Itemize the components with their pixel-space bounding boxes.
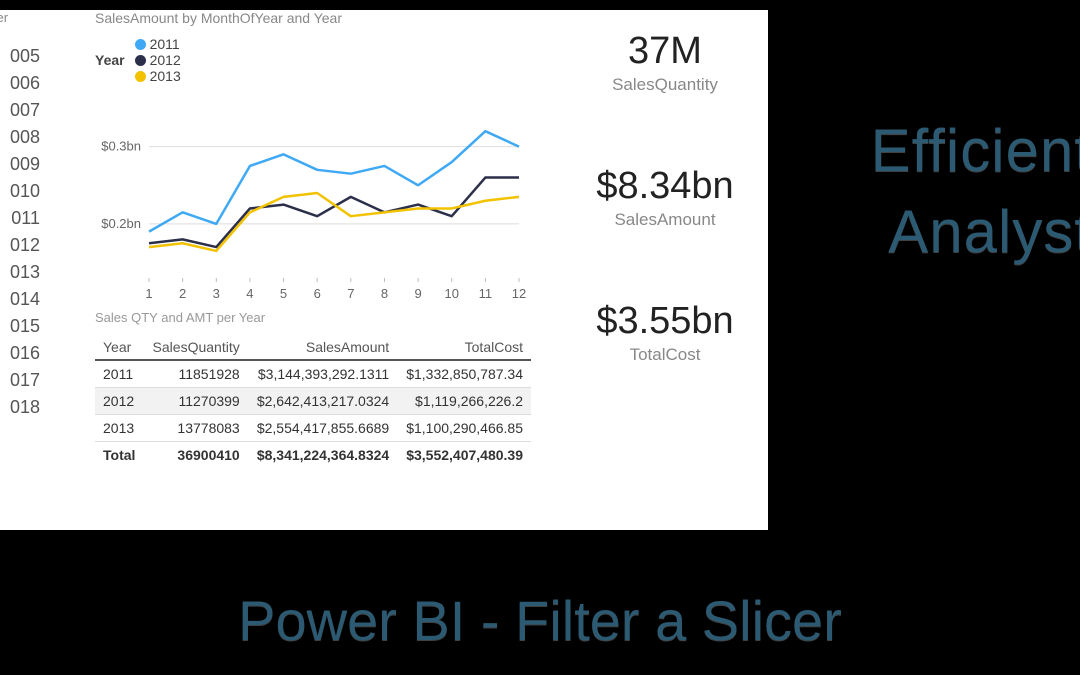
slicer-item[interactable]: 014 <box>0 286 40 313</box>
legend-label: Year <box>95 52 125 68</box>
svg-text:10: 10 <box>444 286 458 301</box>
slicer-item[interactable]: 018 <box>0 394 40 421</box>
slicer-item[interactable]: 005 <box>0 43 40 70</box>
table-cell: $2,554,417,855.6689 <box>248 415 397 442</box>
svg-text:4: 4 <box>246 286 253 301</box>
slicer-title: cer <box>0 10 40 25</box>
legend-item-label: 2013 <box>150 68 181 84</box>
kpi-label: TotalCost <box>570 345 760 365</box>
legend-dot-icon <box>135 55 146 66</box>
chart-title: SalesAmount by MonthOfYear and Year <box>95 10 535 26</box>
slicer-item[interactable]: 015 <box>0 313 40 340</box>
svg-text:7: 7 <box>347 286 354 301</box>
svg-text:$0.3bn: $0.3bn <box>101 139 141 154</box>
table-header[interactable]: SalesAmount <box>248 335 397 360</box>
svg-text:3: 3 <box>213 286 220 301</box>
kpi-card[interactable]: $3.55bnTotalCost <box>570 300 760 365</box>
slicer-list: 0050060070080090100110120130140150160170… <box>0 43 40 421</box>
table-cell: 11270399 <box>144 388 248 415</box>
svg-text:5: 5 <box>280 286 287 301</box>
table-cell: $2,642,413,217.0324 <box>248 388 397 415</box>
chart-legend: Year 201120122013 <box>95 36 535 84</box>
brand-text: Efficient Analyst <box>871 110 1080 272</box>
table-header[interactable]: Year <box>95 335 144 360</box>
table-cell: $3,552,407,480.39 <box>397 442 531 469</box>
brand-line-2: Analyst <box>871 191 1080 272</box>
brand-line-1: Efficient <box>871 110 1080 191</box>
table-cell: 36900410 <box>144 442 248 469</box>
table-cell: Total <box>95 442 144 469</box>
table-header[interactable]: TotalCost <box>397 335 531 360</box>
table-row[interactable]: 201111851928$3,144,393,292.1311$1,332,85… <box>95 360 531 388</box>
slicer-item[interactable]: 007 <box>0 97 40 124</box>
svg-text:8: 8 <box>381 286 388 301</box>
table-cell: 2011 <box>95 360 144 388</box>
slicer-item[interactable]: 016 <box>0 340 40 367</box>
slicer-item[interactable]: 010 <box>0 178 40 205</box>
svg-text:11: 11 <box>479 286 493 301</box>
line-chart[interactable]: SalesAmount by MonthOfYear and Year Year… <box>95 10 535 308</box>
chart-canvas: $0.2bn$0.3bn123456789101112 <box>89 98 529 308</box>
kpi-value: 37M <box>570 30 760 73</box>
slicer-item[interactable]: 017 <box>0 367 40 394</box>
table-cell: 13778083 <box>144 415 248 442</box>
table-row[interactable]: 201211270399$2,642,413,217.0324$1,119,26… <box>95 388 531 415</box>
slicer-item[interactable]: 013 <box>0 259 40 286</box>
footer-title: Power BI - Filter a Slicer <box>0 588 1080 653</box>
legend-item-label: 2012 <box>150 52 181 68</box>
legend-item[interactable]: 2012 <box>135 52 181 68</box>
kpi-card[interactable]: $8.34bnSalesAmount <box>570 165 760 230</box>
data-table[interactable]: Sales QTY and AMT per Year YearSalesQuan… <box>95 310 531 468</box>
svg-text:1: 1 <box>145 286 152 301</box>
kpi-card[interactable]: 37MSalesQuantity <box>570 30 760 95</box>
svg-text:$0.2bn: $0.2bn <box>101 216 141 231</box>
svg-text:9: 9 <box>414 286 421 301</box>
slicer-item[interactable]: 006 <box>0 70 40 97</box>
kpi-value: $3.55bn <box>570 300 760 343</box>
slicer-item[interactable]: 008 <box>0 124 40 151</box>
table-cell: $1,100,290,466.85 <box>397 415 531 442</box>
svg-text:2: 2 <box>179 286 186 301</box>
table-title: Sales QTY and AMT per Year <box>95 310 531 325</box>
kpi-value: $8.34bn <box>570 165 760 208</box>
kpi-label: SalesQuantity <box>570 75 760 95</box>
slicer-item[interactable]: 009 <box>0 151 40 178</box>
legend-item[interactable]: 2013 <box>135 68 181 84</box>
svg-text:6: 6 <box>314 286 321 301</box>
table-cell: $8,341,224,364.8324 <box>248 442 397 469</box>
legend-item[interactable]: 2011 <box>135 36 181 52</box>
sales-table: YearSalesQuantitySalesAmountTotalCost 20… <box>95 335 531 468</box>
kpi-label: SalesAmount <box>570 210 760 230</box>
table-row[interactable]: 201313778083$2,554,417,855.6689$1,100,29… <box>95 415 531 442</box>
slicer-item[interactable]: 012 <box>0 232 40 259</box>
legend-dot-icon <box>135 39 146 50</box>
svg-text:12: 12 <box>512 286 526 301</box>
slicer-item[interactable]: 011 <box>0 205 40 232</box>
table-cell: $1,332,850,787.34 <box>397 360 531 388</box>
table-cell: 2013 <box>95 415 144 442</box>
table-cell: 11851928 <box>144 360 248 388</box>
legend-item-label: 2011 <box>150 36 180 52</box>
table-cell: $1,119,266,226.2 <box>397 388 531 415</box>
dashboard-panel: cer 005006007008009010011012013014015016… <box>0 10 768 530</box>
table-cell: 2012 <box>95 388 144 415</box>
table-total-row: Total36900410$8,341,224,364.8324$3,552,4… <box>95 442 531 469</box>
table-cell: $3,144,393,292.1311 <box>248 360 397 388</box>
legend-dot-icon <box>135 71 146 82</box>
table-header[interactable]: SalesQuantity <box>144 335 248 360</box>
year-slicer[interactable]: cer 005006007008009010011012013014015016… <box>0 10 40 421</box>
kpi-column: 37MSalesQuantity $8.34bnSalesAmount $3.55b… <box>570 30 760 435</box>
